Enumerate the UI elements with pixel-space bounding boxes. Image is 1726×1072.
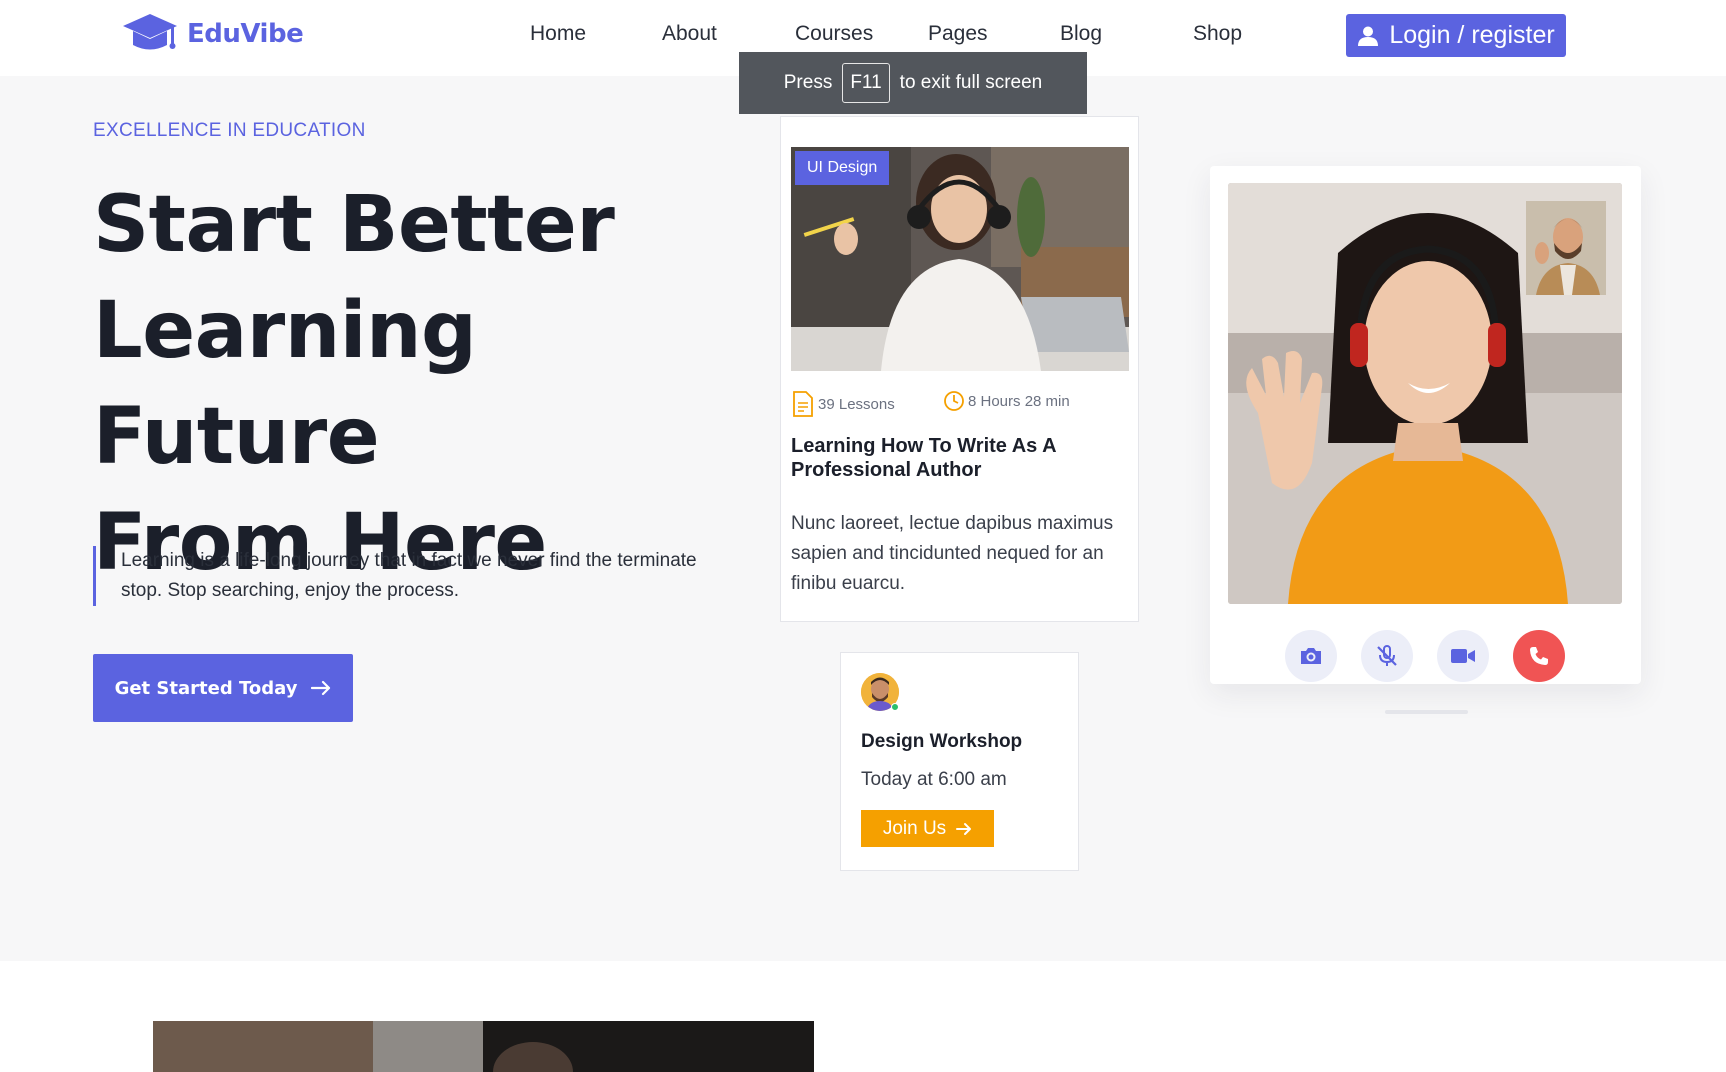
toast-prefix: Press: [783, 72, 833, 93]
video-icon: [1451, 649, 1475, 663]
drag-handle[interactable]: [1385, 710, 1468, 714]
workshop-title: Design Workshop: [861, 731, 1023, 752]
end-call-button[interactable]: [1513, 630, 1565, 682]
user-icon: [1358, 26, 1379, 46]
camera-icon: [1301, 648, 1321, 664]
login-register-label: Login / register: [1389, 21, 1555, 49]
lessons-meta: 39 Lessons: [791, 390, 895, 418]
hero-eyebrow: EXCELLENCE IN EDUCATION: [93, 120, 366, 141]
phone-end-icon: [1530, 647, 1548, 665]
pip-video[interactable]: [1526, 201, 1606, 295]
camera-button[interactable]: [1285, 630, 1337, 682]
course-category-badge[interactable]: UI Design: [795, 151, 890, 185]
duration-meta: 8 Hours 28 min: [943, 390, 1070, 412]
hero-quote: Learning is a life-long journey that in …: [93, 546, 743, 606]
course-card[interactable]: UI Design 39 Lessons 8 Hours 28 min Lear…: [780, 116, 1139, 622]
course-image: UI Design: [791, 147, 1129, 371]
get-started-button[interactable]: Get Started Today: [93, 654, 353, 722]
course-meta: 39 Lessons 8 Hours 28 min: [791, 390, 1131, 420]
toast-suffix: to exit full screen: [899, 72, 1043, 93]
hero-headline: Start Better Learning Future From Here: [93, 172, 773, 596]
about-section-image: [153, 1021, 814, 1072]
arrow-right-icon: [311, 680, 331, 696]
nav-pages[interactable]: Pages: [928, 22, 988, 46]
nav-shop[interactable]: Shop: [1193, 22, 1242, 46]
fullscreen-toast: Press F11 to exit full screen: [739, 52, 1087, 114]
nav-home[interactable]: Home: [530, 22, 586, 46]
hero-section: EXCELLENCE IN EDUCATION Start Better Lea…: [0, 76, 1726, 961]
nav-blog[interactable]: Blog: [1060, 22, 1102, 46]
call-controls: [1285, 630, 1575, 684]
login-register-button[interactable]: Login / register: [1346, 14, 1566, 57]
video-call-card: [1210, 166, 1641, 714]
join-us-button[interactable]: Join Us: [861, 810, 994, 847]
clock-icon: [944, 391, 964, 411]
document-icon: [793, 391, 813, 417]
toast-key: F11: [842, 63, 890, 103]
workshop-time: Today at 6:00 am: [861, 769, 1007, 790]
video-call-frame: [1228, 183, 1622, 604]
headline-line-1: Start Better: [93, 180, 615, 270]
about-photo: [153, 1021, 814, 1072]
online-status-dot: [891, 703, 899, 711]
video-toggle-button[interactable]: [1437, 630, 1489, 682]
workshop-card: Design Workshop Today at 6:00 am Join Us: [840, 652, 1079, 871]
arrow-right-icon: [956, 822, 972, 835]
course-description: Nunc laoreet, lectue dapibus maximus sap…: [791, 513, 1114, 594]
course-title[interactable]: Learning How To Write As A Professional …: [791, 434, 1121, 482]
course-duration: 8 Hours 28 min: [968, 392, 1070, 410]
headline-line-2: Learning Future: [93, 286, 477, 482]
mic-off-icon: [1377, 645, 1397, 666]
nav-courses[interactable]: Courses: [795, 22, 873, 46]
nav-about[interactable]: About: [662, 22, 717, 46]
get-started-label: Get Started Today: [114, 677, 298, 699]
lessons-count: 39 Lessons: [818, 395, 895, 413]
mute-button[interactable]: [1361, 630, 1413, 682]
join-us-label: Join Us: [882, 817, 947, 839]
pip-photo: [1526, 201, 1606, 295]
